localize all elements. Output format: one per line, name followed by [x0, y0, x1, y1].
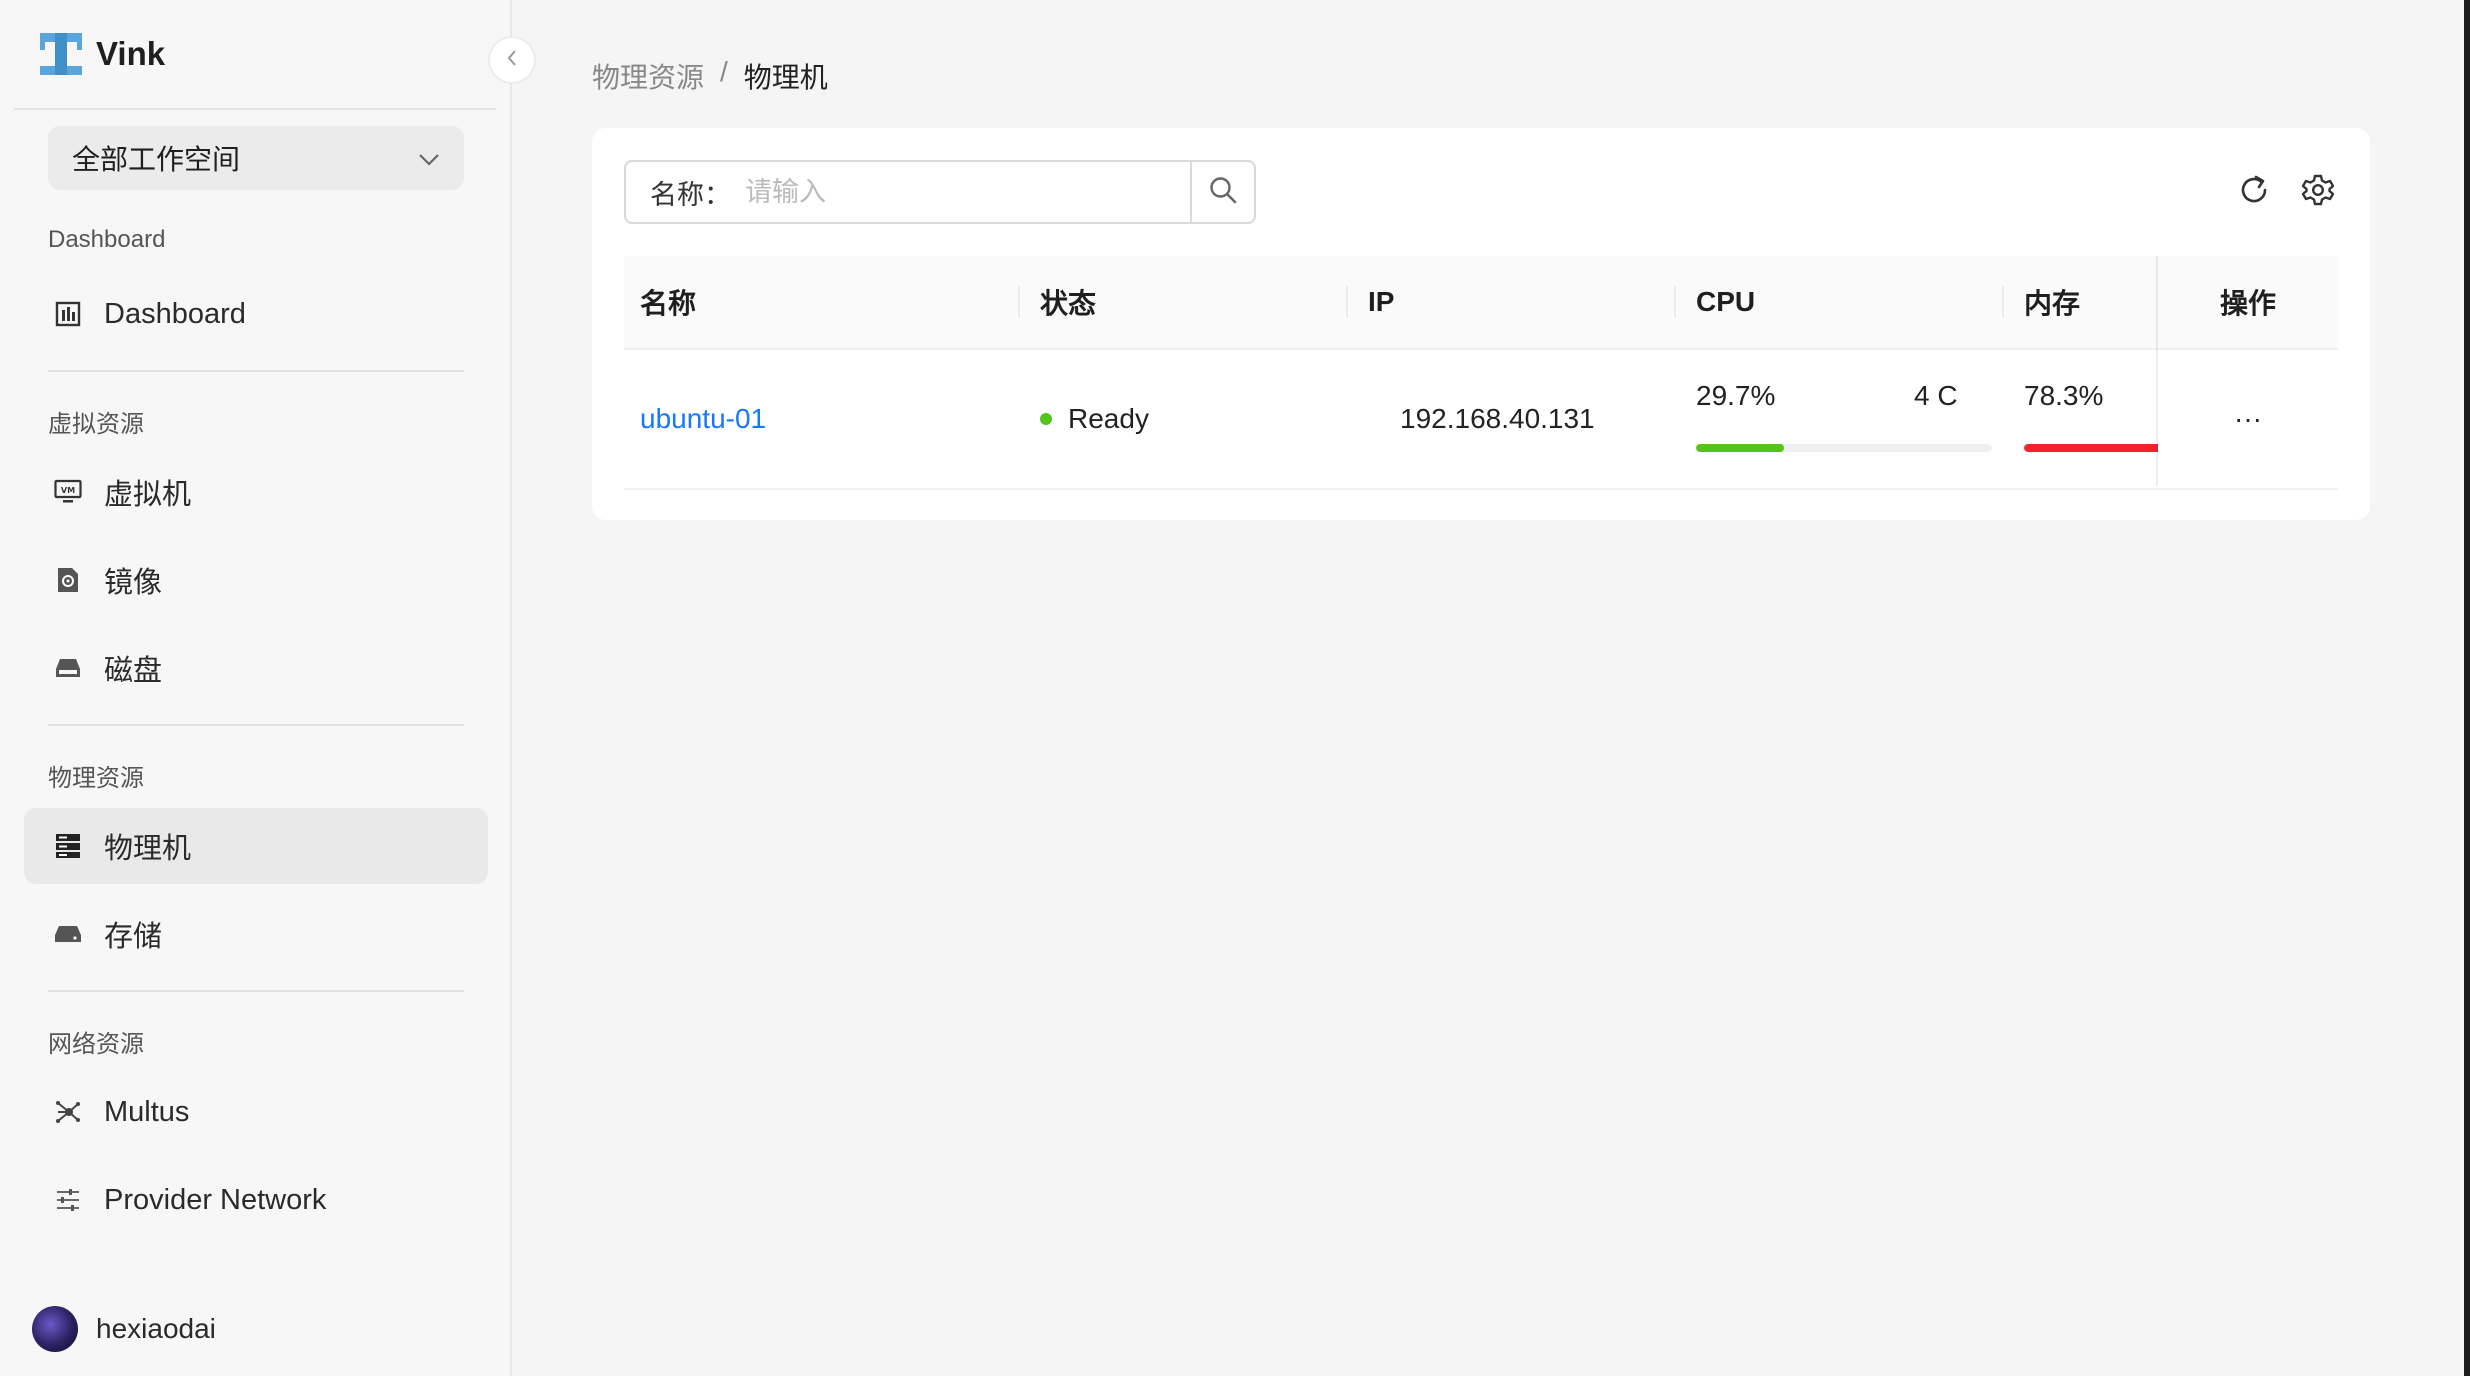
workspace-select-value: 全部工作空间 — [72, 144, 241, 175]
group-title-dashboard: Dashboard — [48, 226, 166, 253]
dashboard-icon — [54, 300, 82, 328]
storage-drive-icon — [54, 920, 82, 948]
column-header-name: 名称 — [640, 288, 697, 319]
column-separator — [1346, 286, 1348, 318]
sidebar-item-label: 虚拟机 — [104, 479, 192, 511]
search-button[interactable] — [1190, 162, 1254, 222]
cpu-usage-bar-fill — [1696, 444, 1784, 452]
sidebar-item-provider-network[interactable]: Provider Network — [24, 1162, 488, 1238]
sidebar-divider — [48, 370, 464, 372]
sidebar-scroll-fade — [0, 1250, 510, 1290]
group-title-virtual: 虚拟资源 — [48, 411, 144, 438]
column-header-actions: 操作 — [2158, 256, 2338, 350]
sidebar-item-label: Provider Network — [104, 1183, 327, 1216]
status-text: Ready — [1068, 403, 1149, 434]
breadcrumb-parent[interactable]: 物理资源 — [592, 56, 704, 96]
cpu-percent: 29.7% — [1696, 380, 1776, 411]
column-header-memory: 内存 — [2024, 288, 2081, 319]
cpu-cores: 4 C — [1914, 380, 1958, 411]
ip-cell: 192.168.40.131 — [1400, 403, 1595, 434]
image-file-icon — [54, 566, 82, 594]
sidebar-divider — [14, 108, 496, 110]
table-row[interactable]: ubuntu-01 Ready 192.168.40.131 29.7% 4 C… — [624, 350, 2338, 490]
sliders-icon — [54, 1186, 82, 1214]
username: hexiaodai — [96, 1313, 216, 1344]
column-separator — [1674, 286, 1676, 318]
column-header-status: 状态 — [1040, 288, 1097, 319]
column-header-ip: IP — [1368, 286, 1395, 317]
search-label: 名称： — [650, 179, 731, 210]
sidebar-item-label: Multus — [104, 1095, 190, 1128]
actions-column: 操作 ··· — [2158, 256, 2338, 488]
collapse-sidebar-button[interactable] — [488, 36, 536, 84]
search-box: 名称： — [624, 160, 1256, 224]
breadcrumb: 物理资源 / 物理机 — [592, 56, 828, 96]
sidebar-divider — [48, 990, 464, 992]
server-icon — [54, 832, 82, 860]
vink-logo-icon — [40, 33, 82, 75]
sidebar: Vink 全部工作空间 Dashboard Dashboard 虚拟资源 VM … — [0, 0, 512, 1376]
host-list-card: 名称： 名称 状态 IP — [592, 128, 2370, 520]
sidebar-item-image[interactable]: 镜像 — [24, 542, 488, 618]
sidebar-item-label: 磁盘 — [104, 655, 163, 687]
row-actions-button[interactable]: ··· — [2158, 350, 2338, 488]
breadcrumb-separator: / — [720, 56, 728, 87]
sidebar-item-label: 镜像 — [104, 567, 163, 599]
sidebar-item-disk[interactable]: 磁盘 — [24, 630, 488, 706]
sidebar-item-dashboard[interactable]: Dashboard — [24, 276, 488, 352]
column-separator — [1018, 286, 1020, 318]
sidebar-item-multus[interactable]: Multus — [24, 1074, 488, 1150]
avatar — [32, 1306, 78, 1352]
group-title-network: 网络资源 — [48, 1031, 144, 1058]
sidebar-item-label: 物理机 — [104, 833, 192, 865]
multus-network-icon — [54, 1098, 82, 1126]
window-edge — [2464, 0, 2470, 1376]
sidebar-item-label: 存储 — [104, 921, 163, 953]
chevron-down-icon — [418, 142, 440, 174]
sidebar-item-host[interactable]: 物理机 — [24, 808, 488, 884]
refresh-icon — [2237, 173, 2271, 212]
cpu-usage-bar — [1696, 444, 1992, 452]
sidebar-item-storage[interactable]: 存储 — [24, 896, 488, 972]
status-cell: Ready — [1040, 350, 1149, 488]
sidebar-item-vm[interactable]: VM 虚拟机 — [24, 454, 488, 530]
group-title-physical: 物理资源 — [48, 765, 144, 792]
sidebar-divider — [48, 724, 464, 726]
column-separator — [2002, 286, 2004, 318]
search-icon — [1208, 175, 1238, 210]
app-logo[interactable]: Vink — [40, 30, 165, 78]
host-table: 名称 状态 IP CPU 内存 ubuntu-01 Ready 192.168.… — [624, 256, 2338, 490]
status-ready-dot — [1040, 413, 1052, 425]
gear-icon — [2301, 173, 2335, 212]
vm-monitor-icon: VM — [54, 478, 82, 506]
column-header-cpu: CPU — [1696, 286, 1756, 317]
settings-button[interactable] — [2296, 170, 2340, 214]
refresh-button[interactable] — [2232, 170, 2276, 214]
chevron-left-icon — [506, 49, 518, 72]
search-input[interactable] — [731, 162, 1190, 222]
memory-percent: 78.3% — [2024, 380, 2104, 411]
sidebar-item-label: Dashboard — [104, 297, 246, 330]
workspace-select[interactable]: 全部工作空间 — [48, 126, 464, 190]
svg-text:VM: VM — [61, 486, 75, 495]
breadcrumb-current: 物理机 — [743, 62, 828, 93]
app-name: Vink — [96, 35, 166, 72]
table-header: 名称 状态 IP CPU 内存 — [624, 256, 2338, 350]
user-profile[interactable]: hexiaodai — [32, 1306, 216, 1352]
host-name-link[interactable]: ubuntu-01 — [640, 403, 766, 435]
disk-icon — [54, 654, 82, 682]
